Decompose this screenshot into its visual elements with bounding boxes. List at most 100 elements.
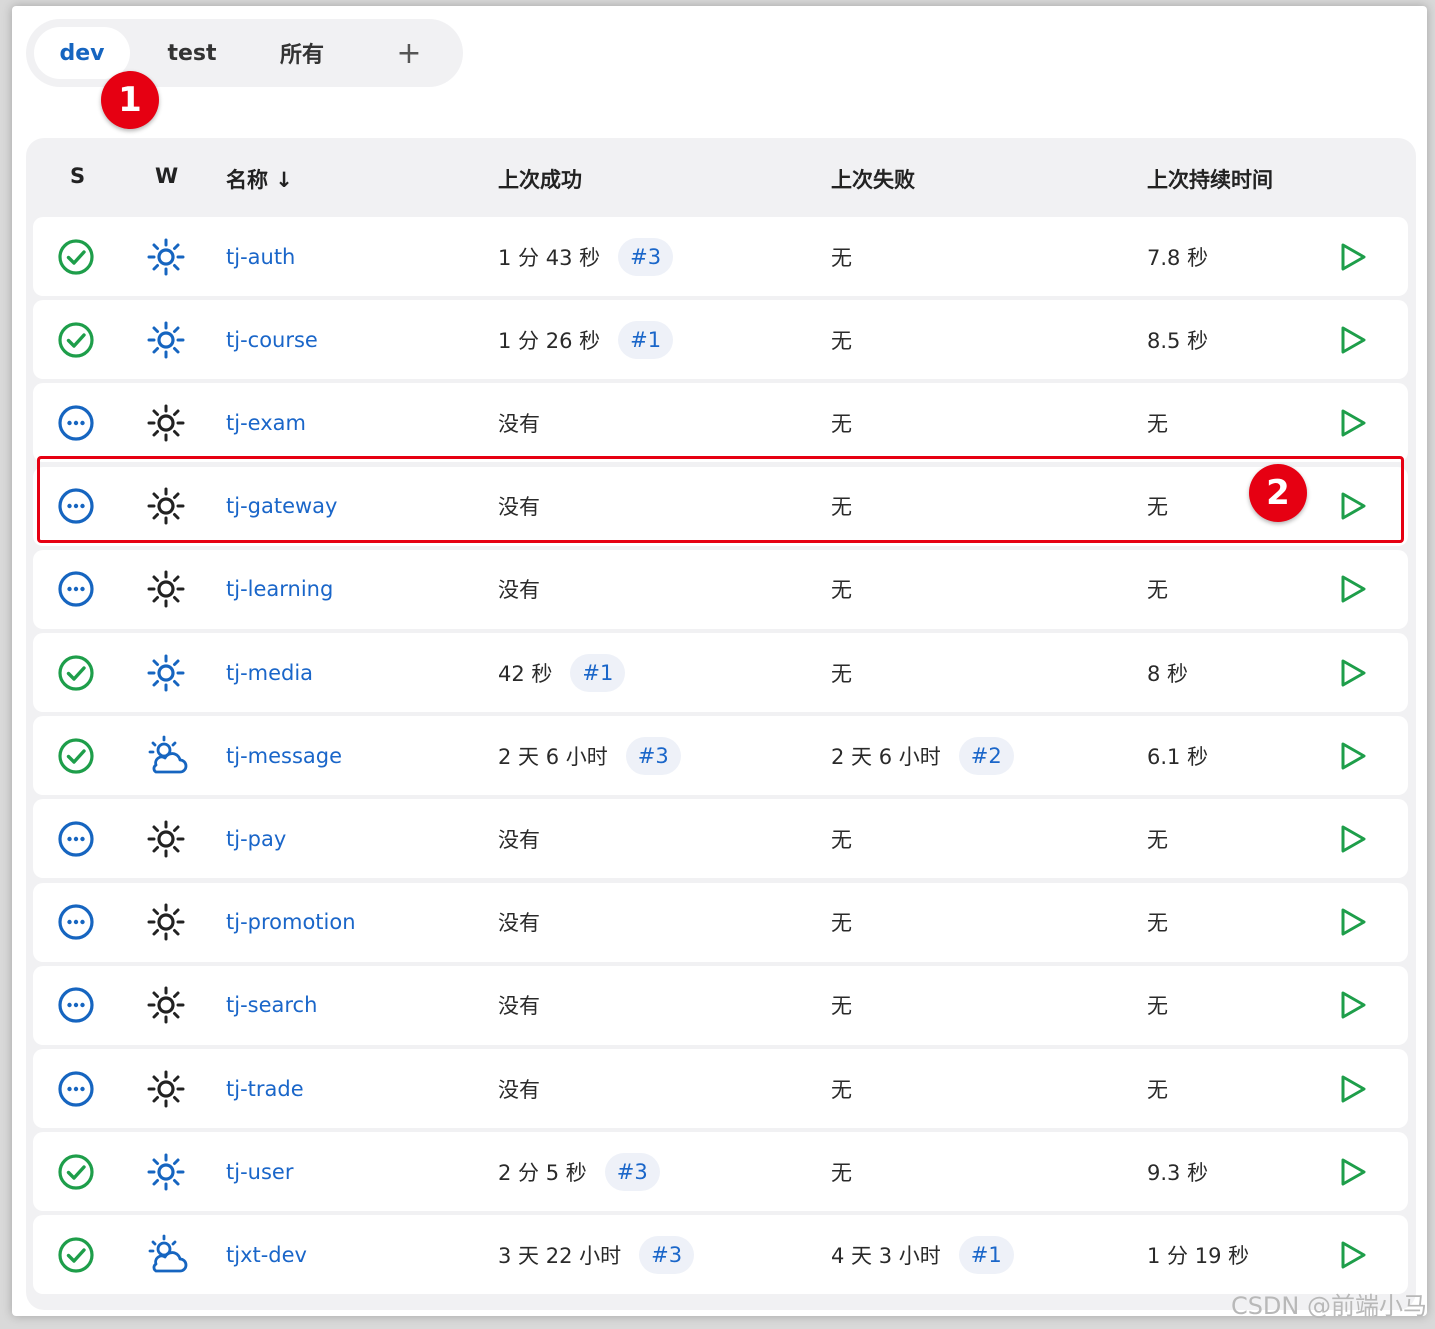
tab-all[interactable]: 所有 xyxy=(254,27,350,79)
failure-build-link[interactable]: #1 xyxy=(958,1235,1014,1274)
sun-icon xyxy=(146,799,186,878)
last-duration: 8.5 秒 xyxy=(1147,328,1209,353)
play-icon[interactable] xyxy=(1338,799,1368,878)
last-failure-time: 无 xyxy=(831,827,852,852)
table-row: tj-exam 没有 无 无 xyxy=(33,383,1408,463)
check-circle-icon xyxy=(56,633,96,712)
last-success-time: 1 分 26 秒 xyxy=(498,328,601,353)
play-icon[interactable] xyxy=(1338,633,1368,712)
table-row: tj-message 2 天 6 小时 #3 2 天 6 小时 #2 6.1 秒 xyxy=(33,716,1408,796)
last-success-cell: 1 分 43 秒 #3 xyxy=(498,217,674,296)
job-name-link[interactable]: tj-gateway xyxy=(226,467,337,546)
table-row: tj-media 42 秒 #1 无 8 秒 xyxy=(33,633,1408,712)
add-view-button[interactable]: + xyxy=(364,27,454,79)
job-name-link[interactable]: tj-course xyxy=(226,300,318,379)
last-failure-time: 无 xyxy=(831,661,852,686)
last-success-time: 没有 xyxy=(498,827,540,852)
ellipsis-circle-icon xyxy=(56,883,96,962)
success-build-link[interactable]: #3 xyxy=(639,1235,695,1274)
table-row: tj-auth 1 分 43 秒 #3 无 7.8 秒 xyxy=(33,217,1408,296)
header-last-success[interactable]: 上次成功 xyxy=(498,164,582,194)
sun-icon xyxy=(146,467,186,546)
job-name-link[interactable]: tj-pay xyxy=(226,799,286,878)
success-build-link[interactable]: #3 xyxy=(625,736,681,775)
ellipsis-circle-icon xyxy=(56,966,96,1045)
ellipsis-circle-icon xyxy=(56,467,96,546)
last-failure-time: 无 xyxy=(831,1160,852,1185)
sun-icon xyxy=(146,633,186,712)
success-build-link[interactable]: #1 xyxy=(570,653,626,692)
success-build-link[interactable]: #1 xyxy=(618,320,674,359)
job-name-link[interactable]: tj-learning xyxy=(226,550,333,629)
check-circle-icon xyxy=(56,716,96,795)
tab-dev[interactable]: dev xyxy=(34,27,130,79)
header-last-failure[interactable]: 上次失败 xyxy=(831,164,915,194)
last-success-cell: 没有 xyxy=(498,1049,540,1128)
annotation-badge-2: 2 xyxy=(1249,464,1307,522)
play-icon[interactable] xyxy=(1338,716,1368,795)
last-duration: 无 xyxy=(1147,911,1168,936)
table-row: tj-course 1 分 26 秒 #1 无 8.5 秒 xyxy=(33,300,1408,380)
last-failure-time: 无 xyxy=(831,578,852,603)
last-success-time: 没有 xyxy=(498,911,540,936)
job-name-link[interactable]: tj-search xyxy=(226,966,317,1045)
job-name-link[interactable]: tj-trade xyxy=(226,1049,304,1128)
header-weather[interactable]: W xyxy=(155,164,178,188)
table-row: tj-learning 没有 无 无 xyxy=(33,549,1408,629)
play-icon[interactable] xyxy=(1338,1049,1368,1128)
last-success-time: 2 天 6 小时 xyxy=(498,744,608,769)
last-failure-cell: 无 xyxy=(831,1049,852,1128)
job-name-link[interactable]: tj-auth xyxy=(226,217,295,296)
jobs-table: S W 名称 ↓ 上次成功 上次失败 上次持续时间 tj-auth 1 分 43… xyxy=(26,138,1416,1310)
success-build-link[interactable]: #3 xyxy=(604,1152,660,1191)
job-name-link[interactable]: tjxt-dev xyxy=(226,1215,307,1294)
sun-icon xyxy=(146,1132,186,1211)
last-failure-time: 无 xyxy=(831,994,852,1019)
ellipsis-circle-icon xyxy=(56,1049,96,1128)
play-icon[interactable] xyxy=(1338,383,1368,462)
failure-build-link[interactable]: #2 xyxy=(958,736,1014,775)
last-duration: 6.1 秒 xyxy=(1147,744,1209,769)
last-duration: 1 分 19 秒 xyxy=(1147,1243,1250,1268)
play-icon[interactable] xyxy=(1338,217,1368,296)
success-build-link[interactable]: #3 xyxy=(618,237,674,276)
header-name[interactable]: 名称 ↓ xyxy=(226,164,293,194)
cloud-sun-icon xyxy=(146,1215,190,1294)
job-name-link[interactable]: tj-promotion xyxy=(226,883,356,962)
check-circle-icon xyxy=(56,1132,96,1211)
last-success-cell: 没有 xyxy=(498,799,540,878)
header-status[interactable]: S xyxy=(70,164,85,188)
last-failure-time: 4 天 3 小时 xyxy=(831,1243,941,1268)
play-icon[interactable] xyxy=(1338,966,1368,1045)
last-failure-cell: 无 xyxy=(831,966,852,1045)
job-name-link[interactable]: tj-media xyxy=(226,633,313,712)
tab-test[interactable]: test xyxy=(144,27,240,79)
play-icon[interactable] xyxy=(1338,300,1368,379)
sun-icon xyxy=(146,1049,186,1128)
play-icon[interactable] xyxy=(1338,467,1368,546)
last-failure-time: 无 xyxy=(831,495,852,520)
ellipsis-circle-icon xyxy=(56,799,96,878)
last-failure-time: 无 xyxy=(831,911,852,936)
ellipsis-circle-icon xyxy=(56,383,96,462)
last-duration: 无 xyxy=(1147,994,1168,1019)
last-success-time: 没有 xyxy=(498,578,540,603)
job-name-link[interactable]: tj-exam xyxy=(226,383,306,462)
last-duration: 无 xyxy=(1147,411,1168,436)
job-name-link[interactable]: tj-message xyxy=(226,716,342,795)
table-row: tj-pay 没有 无 无 xyxy=(33,799,1408,879)
sun-icon xyxy=(146,550,186,629)
play-icon[interactable] xyxy=(1338,1215,1368,1294)
play-icon[interactable] xyxy=(1338,883,1368,962)
header-last-duration[interactable]: 上次持续时间 xyxy=(1147,164,1273,194)
play-icon[interactable] xyxy=(1338,550,1368,629)
last-failure-time: 2 天 6 小时 xyxy=(831,744,941,769)
last-success-cell: 3 天 22 小时 #3 xyxy=(498,1215,695,1294)
last-failure-cell: 无 xyxy=(831,633,852,712)
last-failure-cell: 无 xyxy=(831,883,852,962)
sun-icon xyxy=(146,883,186,962)
play-icon[interactable] xyxy=(1338,1132,1368,1211)
last-success-cell: 2 分 5 秒 #3 xyxy=(498,1132,660,1211)
last-duration: 无 xyxy=(1147,827,1168,852)
job-name-link[interactable]: tj-user xyxy=(226,1132,293,1211)
